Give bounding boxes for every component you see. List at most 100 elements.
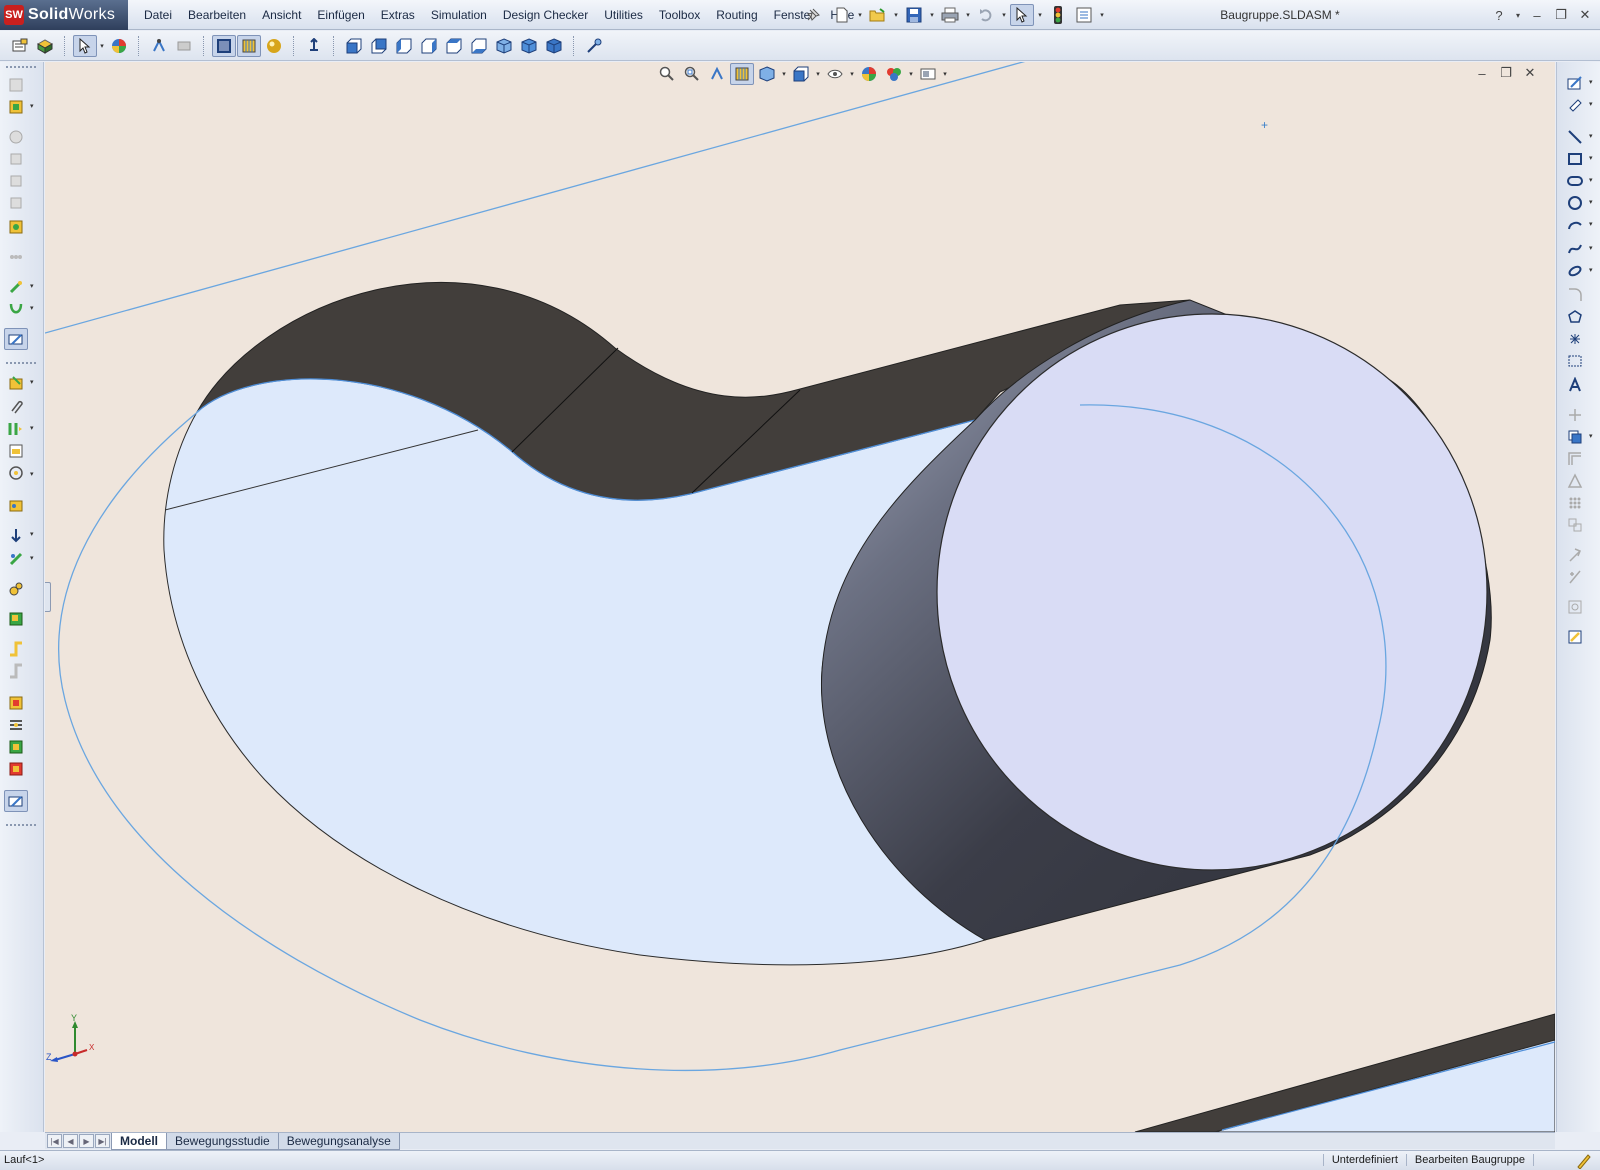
rotate-component-icon[interactable]: [4, 170, 28, 192]
print-icon[interactable]: [938, 4, 962, 26]
linear-pattern-icon[interactable]: [4, 246, 28, 268]
mate-icon[interactable]: [4, 126, 28, 148]
normal-to-icon[interactable]: [302, 35, 326, 57]
slot-icon[interactable]: [1563, 170, 1587, 192]
model-view[interactable]: [45, 62, 1555, 1132]
dropdown-caret[interactable]: ▾: [30, 282, 34, 290]
open-dropdown[interactable]: ▾: [892, 4, 900, 26]
viewport-close-button[interactable]: ✕: [1523, 65, 1537, 81]
graphics-area[interactable]: ▾ ▾ ▾ ▾ ▾ – ❐ ✕ + Y Z X: [45, 62, 1555, 1132]
save-icon[interactable]: [902, 4, 926, 26]
undo-dropdown[interactable]: ▾: [1000, 4, 1008, 26]
polygon-icon[interactable]: [1563, 306, 1587, 328]
rectangle-icon[interactable]: [1563, 148, 1587, 170]
edit-appearance-icon[interactable]: [857, 63, 881, 85]
dropdown-caret[interactable]: ▾: [30, 304, 34, 312]
gear-icon[interactable]: [4, 578, 28, 600]
pin-icon[interactable]: [806, 8, 820, 22]
new-part-icon[interactable]: [4, 96, 28, 118]
view-orientation-icon[interactable]: [755, 63, 779, 85]
bill-of-materials-icon[interactable]: [4, 494, 28, 516]
dropdown-caret[interactable]: ▾: [1589, 266, 1593, 274]
repair-sketch-icon[interactable]: [1563, 596, 1587, 618]
trim-entities-icon[interactable]: [1563, 404, 1587, 426]
arc-icon[interactable]: [1563, 214, 1587, 236]
line-icon[interactable]: [1563, 126, 1587, 148]
back-view-icon[interactable]: [367, 35, 391, 57]
menu-ansicht[interactable]: Ansicht: [254, 4, 309, 26]
undo-icon[interactable]: [974, 4, 998, 26]
weld-bead-icon[interactable]: [4, 524, 28, 546]
menu-einfuegen[interactable]: Einfügen: [309, 4, 372, 26]
mirror-entities-icon[interactable]: [1563, 470, 1587, 492]
paperclip-icon[interactable]: [4, 396, 28, 418]
appearance-sphere-icon[interactable]: [107, 35, 131, 57]
flange-icon[interactable]: [4, 692, 28, 714]
hide-show-icon[interactable]: [4, 192, 28, 214]
route-properties-icon[interactable]: [4, 638, 28, 660]
dimetric-view-icon[interactable]: [542, 35, 566, 57]
isometric-view-icon[interactable]: [492, 35, 516, 57]
move-entities-icon[interactable]: [1563, 514, 1587, 536]
select-dropdown[interactable]: ▾: [1036, 4, 1044, 26]
dropdown-caret[interactable]: ▾: [1589, 220, 1593, 228]
help-dropdown-icon[interactable]: ▾: [1514, 6, 1522, 24]
sketch-icon[interactable]: [1563, 72, 1587, 94]
palette-grip[interactable]: [6, 66, 36, 69]
menu-extras[interactable]: Extras: [373, 4, 423, 26]
viewport-restore-button[interactable]: ❐: [1499, 65, 1513, 81]
tab-bewegungsstudie[interactable]: Bewegungsstudie: [166, 1133, 279, 1150]
solidworks-logo[interactable]: SW SolidWorks: [0, 0, 128, 30]
next-tab-icon[interactable]: ▶: [79, 1134, 94, 1148]
add-relation-icon[interactable]: [1563, 566, 1587, 588]
tab-modell[interactable]: Modell: [111, 1133, 167, 1150]
restore-button[interactable]: ❐: [1552, 6, 1570, 24]
dropdown-caret[interactable]: ▾: [30, 424, 34, 432]
ellipse-icon[interactable]: [1563, 260, 1587, 282]
select-tool-icon[interactable]: [73, 35, 97, 57]
linear-sketch-pattern-icon[interactable]: [1563, 492, 1587, 514]
sketch-picture-icon[interactable]: [1563, 350, 1587, 372]
zoom-area-icon[interactable]: [680, 63, 704, 85]
menu-design-checker[interactable]: Design Checker: [495, 4, 596, 26]
fillet-icon[interactable]: [1563, 284, 1587, 306]
options-dropdown[interactable]: ▾: [1098, 4, 1106, 26]
dropdown-caret[interactable]: ▾: [1589, 132, 1593, 140]
menu-datei[interactable]: Datei: [136, 4, 180, 26]
add-fitting-icon[interactable]: [4, 736, 28, 758]
menu-utilities[interactable]: Utilities: [596, 4, 651, 26]
insert-component-icon[interactable]: [4, 74, 28, 96]
exploded-view-icon[interactable]: [4, 440, 28, 462]
top-view-icon[interactable]: [442, 35, 466, 57]
left-view-icon[interactable]: [392, 35, 416, 57]
spline-icon[interactable]: [1563, 238, 1587, 260]
text-icon[interactable]: [1563, 374, 1587, 396]
close-button[interactable]: ✕: [1576, 6, 1594, 24]
point-icon[interactable]: [1563, 328, 1587, 350]
dropdown-caret[interactable]: ▾: [1589, 100, 1593, 108]
right-view-icon[interactable]: [417, 35, 441, 57]
dropdown-caret[interactable]: ▾: [30, 554, 34, 562]
minimize-button[interactable]: –: [1528, 6, 1546, 24]
view-settings-icon[interactable]: [916, 63, 940, 85]
shaded-edges-icon[interactable]: [212, 35, 236, 57]
route-sketch-icon[interactable]: [4, 790, 28, 812]
menu-simulation[interactable]: Simulation: [423, 4, 495, 26]
palette-grip[interactable]: [6, 362, 36, 365]
section-view-icon[interactable]: [237, 35, 261, 57]
move-component-icon[interactable]: [4, 148, 28, 170]
rebuild-traffic-light-icon[interactable]: [1046, 4, 1070, 26]
dropdown-caret[interactable]: ▾: [1589, 198, 1593, 206]
view-selector-icon[interactable]: [582, 35, 606, 57]
smart-dimension-icon[interactable]: [147, 35, 171, 57]
dropdown-caret[interactable]: ▾: [30, 378, 34, 386]
last-tab-icon[interactable]: ▶|: [95, 1134, 110, 1148]
add-clip-icon[interactable]: [4, 758, 28, 780]
cylinder-top-face[interactable]: [936, 313, 1488, 871]
dropdown-caret[interactable]: ▾: [1589, 78, 1593, 86]
view-orientation-dropdown[interactable]: ▾: [780, 63, 788, 85]
open-folder-icon[interactable]: [866, 4, 890, 26]
display-style-dropdown[interactable]: ▾: [814, 63, 822, 85]
reference-geometry-icon[interactable]: [4, 298, 28, 320]
routing-component-icon[interactable]: [4, 608, 28, 630]
